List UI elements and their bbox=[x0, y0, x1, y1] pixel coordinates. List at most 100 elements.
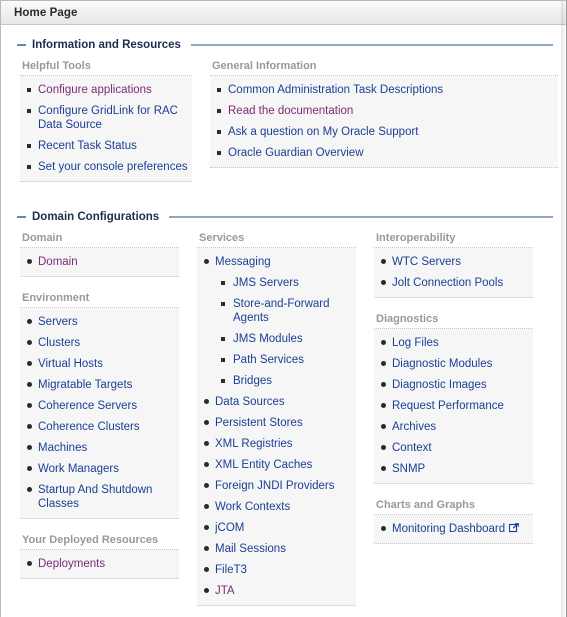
link-wtc-servers[interactable]: WTC Servers bbox=[392, 256, 461, 268]
column-services: Services Messaging JMS Servers Store-and… bbox=[197, 232, 356, 617]
link-xml-entity-caches[interactable]: XML Entity Caches bbox=[215, 459, 312, 471]
list-item: Monitoring Dashboard bbox=[374, 522, 529, 536]
group-diagnostics: Diagnostics Log Files Diagnostic Modules… bbox=[374, 313, 533, 484]
link-jms-servers[interactable]: JMS Servers bbox=[233, 277, 299, 289]
group-title-helpful-tools: Helpful Tools bbox=[20, 60, 192, 76]
list-general-information: Common Administration Task Descriptions … bbox=[210, 83, 554, 160]
collapse-toggle-icon-information[interactable] bbox=[17, 44, 26, 46]
column-interoperability-diagnostics: Interoperability WTC Servers Jolt Connec… bbox=[374, 232, 533, 559]
link-migratable-targets[interactable]: Migratable Targets bbox=[38, 379, 132, 391]
section-title-domain-configurations: Domain Configurations bbox=[32, 211, 160, 223]
list-item: Common Administration Task Descriptions bbox=[210, 83, 554, 97]
list-interoperability: WTC Servers Jolt Connection Pools bbox=[374, 255, 529, 290]
link-diagnostic-images[interactable]: Diagnostic Images bbox=[392, 379, 487, 391]
link-mail-sessions[interactable]: Mail Sessions bbox=[215, 543, 286, 555]
group-title-diagnostics: Diagnostics bbox=[374, 313, 533, 329]
group-title-domain: Domain bbox=[20, 232, 179, 248]
list-item: Work Managers bbox=[20, 462, 175, 476]
link-oracle-guardian-overview[interactable]: Oracle Guardian Overview bbox=[228, 147, 364, 159]
list-item: Virtual Hosts bbox=[20, 357, 175, 371]
link-common-administration-task-descriptions[interactable]: Common Administration Task Descriptions bbox=[228, 84, 443, 96]
list-item: Migratable Targets bbox=[20, 378, 175, 392]
group-helpful-tools: Helpful Tools Configure applications Con… bbox=[20, 60, 192, 182]
link-coherence-clusters[interactable]: Coherence Clusters bbox=[38, 421, 140, 433]
link-recent-task-status[interactable]: Recent Task Status bbox=[38, 140, 137, 152]
link-configure-gridlink-for-rac-data-source[interactable]: Configure GridLink for RAC Data Source bbox=[38, 105, 178, 131]
link-configure-applications[interactable]: Configure applications bbox=[38, 84, 152, 96]
link-context[interactable]: Context bbox=[392, 442, 432, 454]
link-log-files[interactable]: Log Files bbox=[392, 337, 439, 349]
list-item: Startup And Shutdown Classes bbox=[20, 483, 175, 511]
link-servers[interactable]: Servers bbox=[38, 316, 78, 328]
link-request-performance[interactable]: Request Performance bbox=[392, 400, 504, 412]
link-path-services[interactable]: Path Services bbox=[233, 354, 304, 366]
link-work-managers[interactable]: Work Managers bbox=[38, 463, 119, 475]
group-title-charts-and-graphs: Charts and Graphs bbox=[374, 499, 533, 515]
link-snmp[interactable]: SNMP bbox=[392, 463, 425, 475]
link-jolt-connection-pools[interactable]: Jolt Connection Pools bbox=[392, 277, 503, 289]
column-general-information: General Information Common Administratio… bbox=[210, 60, 558, 183]
list-deployed-resources: Deployments bbox=[20, 557, 175, 571]
link-clusters[interactable]: Clusters bbox=[38, 337, 80, 349]
link-deployments[interactable]: Deployments bbox=[38, 558, 105, 570]
page-content: Information and Resources Helpful Tools … bbox=[1, 39, 566, 617]
column-helpful-tools: Helpful Tools Configure applications Con… bbox=[20, 60, 192, 197]
list-item: XML Registries bbox=[197, 437, 352, 451]
list-item: Servers bbox=[20, 315, 175, 329]
group-body-environment: Servers Clusters Virtual Hosts Migratabl… bbox=[20, 308, 179, 519]
link-machines[interactable]: Machines bbox=[38, 442, 87, 454]
group-body-domain: Domain bbox=[20, 248, 179, 277]
group-body-interoperability: WTC Servers Jolt Connection Pools bbox=[374, 248, 533, 298]
list-services: Messaging JMS Servers Store-and-Forward … bbox=[197, 255, 352, 598]
link-startup-and-shutdown-classes[interactable]: Startup And Shutdown Classes bbox=[38, 484, 152, 510]
link-ask-a-question-on-my-oracle-support[interactable]: Ask a question on My Oracle Support bbox=[228, 126, 419, 138]
list-item: Log Files bbox=[374, 336, 529, 350]
link-domain[interactable]: Domain bbox=[38, 256, 78, 268]
list-item: Configure applications bbox=[20, 83, 188, 97]
external-link-icon[interactable] bbox=[509, 523, 520, 533]
collapse-toggle-icon-domain-configurations[interactable] bbox=[17, 216, 26, 218]
link-persistent-stores[interactable]: Persistent Stores bbox=[215, 417, 303, 429]
section-header-information: Information and Resources bbox=[12, 39, 556, 51]
list-item: JMS Servers bbox=[215, 276, 352, 290]
list-item: WTC Servers bbox=[374, 255, 529, 269]
group-general-information: General Information Common Administratio… bbox=[210, 60, 558, 168]
link-bridges[interactable]: Bridges bbox=[233, 375, 272, 387]
link-archives[interactable]: Archives bbox=[392, 421, 436, 433]
page-titlebar: Home Page bbox=[1, 1, 566, 25]
list-item: JTA bbox=[197, 584, 352, 598]
list-item: Domain bbox=[20, 255, 175, 269]
link-jta[interactable]: JTA bbox=[215, 585, 235, 597]
list-charts-and-graphs: Monitoring Dashboard bbox=[374, 522, 529, 536]
link-diagnostic-modules[interactable]: Diagnostic Modules bbox=[392, 358, 492, 370]
list-item: Machines bbox=[20, 441, 175, 455]
group-body-helpful-tools: Configure applications Configure GridLin… bbox=[20, 76, 192, 182]
link-coherence-servers[interactable]: Coherence Servers bbox=[38, 400, 137, 412]
link-jms-modules[interactable]: JMS Modules bbox=[233, 333, 303, 345]
link-data-sources[interactable]: Data Sources bbox=[215, 396, 285, 408]
link-set-your-console-preferences[interactable]: Set your console preferences bbox=[38, 161, 188, 173]
list-item: Diagnostic Modules bbox=[374, 357, 529, 371]
group-charts-and-graphs: Charts and Graphs Monitoring Dashboard bbox=[374, 499, 533, 544]
link-virtual-hosts[interactable]: Virtual Hosts bbox=[38, 358, 103, 370]
list-item: Data Sources bbox=[197, 395, 352, 409]
link-messaging[interactable]: Messaging bbox=[215, 256, 271, 268]
link-work-contexts[interactable]: Work Contexts bbox=[215, 501, 290, 513]
list-item: Request Performance bbox=[374, 399, 529, 413]
link-monitoring-dashboard[interactable]: Monitoring Dashboard bbox=[392, 523, 505, 535]
information-columns: Helpful Tools Configure applications Con… bbox=[12, 60, 558, 197]
list-item: Recent Task Status bbox=[20, 139, 188, 153]
link-foreign-jndi-providers[interactable]: Foreign JNDI Providers bbox=[215, 480, 335, 492]
list-item: jCOM bbox=[197, 521, 352, 535]
link-jcom[interactable]: jCOM bbox=[215, 522, 244, 534]
link-filet3[interactable]: FileT3 bbox=[215, 564, 247, 576]
list-item: Set your console preferences bbox=[20, 160, 188, 174]
link-read-the-documentation[interactable]: Read the documentation bbox=[228, 105, 353, 117]
group-title-environment: Environment bbox=[20, 292, 179, 308]
link-xml-registries[interactable]: XML Registries bbox=[215, 438, 293, 450]
group-body-services: Messaging JMS Servers Store-and-Forward … bbox=[197, 248, 356, 606]
group-body-charts-and-graphs: Monitoring Dashboard bbox=[374, 515, 533, 544]
list-item: Archives bbox=[374, 420, 529, 434]
link-store-and-forward-agents[interactable]: Store-and-Forward Agents bbox=[233, 298, 330, 324]
group-title-general-information: General Information bbox=[210, 60, 558, 76]
